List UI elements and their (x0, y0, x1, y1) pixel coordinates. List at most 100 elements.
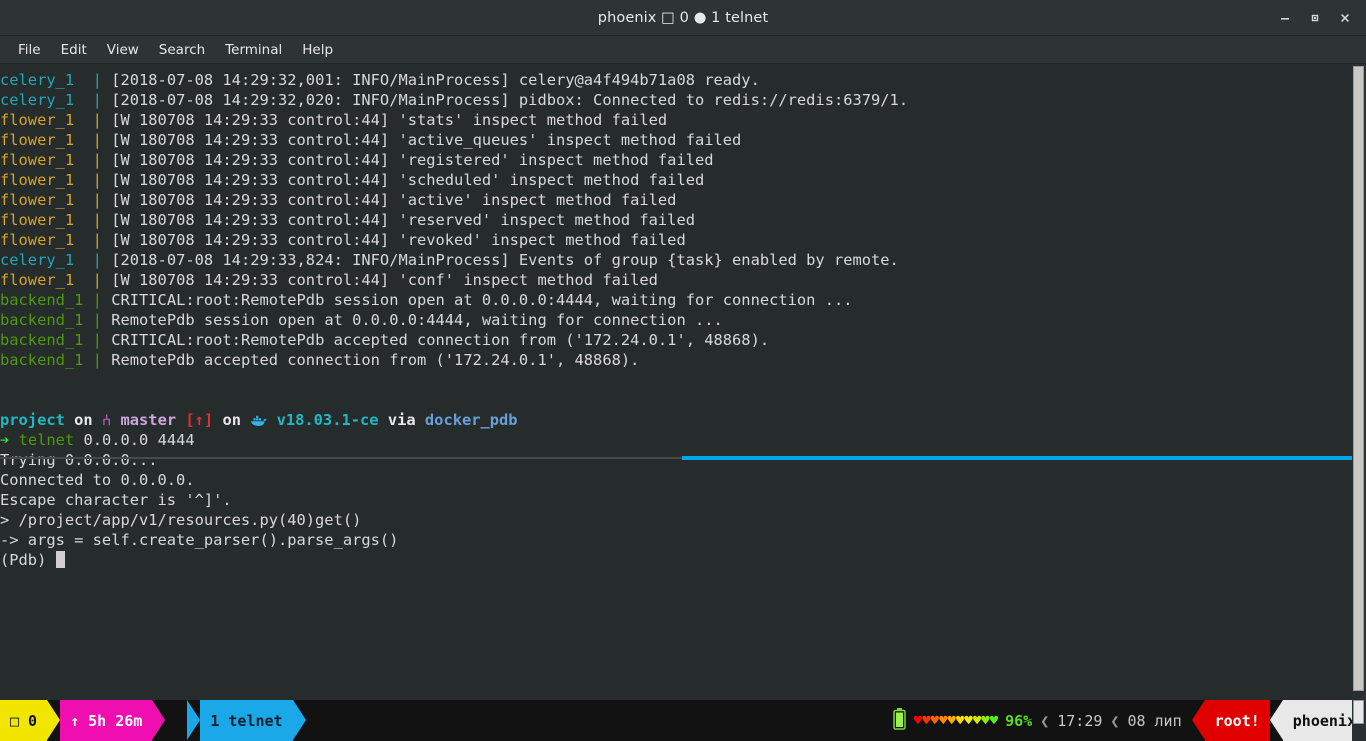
output-line: -> args = self.create_parser().parse_arg… (0, 530, 1366, 550)
menu-search[interactable]: Search (149, 39, 215, 61)
log-service-name: flower_1 (0, 191, 93, 209)
battery-percent: 96% (1005, 711, 1033, 730)
pdb-prompt-line[interactable]: (Pdb) (0, 550, 1366, 570)
pdb-prompt-label: (Pdb) (0, 551, 56, 569)
status-sep-5 (1191, 700, 1205, 740)
output-line: Trying 0.0.0.0... (0, 450, 1366, 470)
log-line: flower_1 | [W 180708 14:29:33 control:44… (0, 170, 1366, 190)
menu-view[interactable]: View (97, 39, 149, 61)
command-name: telnet (18, 431, 75, 449)
log-line: flower_1 | [W 180708 14:29:33 control:44… (0, 230, 1366, 250)
terminal-scrollbar[interactable] (1352, 64, 1366, 700)
log-line: backend_1 | CRITICAL:root:RemotePdb acce… (0, 330, 1366, 350)
minimize-button[interactable] (1270, 3, 1300, 33)
log-line: flower_1 | [W 180708 14:29:33 control:44… (0, 210, 1366, 230)
log-pipe: | (92, 111, 102, 129)
menu-terminal[interactable]: Terminal (215, 39, 292, 61)
git-branch-icon: ⑃ (101, 411, 112, 429)
prompt-docker-version: v18.03.1-ce (276, 411, 379, 429)
output-text: -> args = self.create_parser().parse_arg… (0, 531, 399, 549)
window-titlebar: phoenix □ 0 ● 1 telnet (0, 0, 1366, 36)
heart-icon: ♥ (964, 712, 973, 729)
mark-rule-dim (0, 457, 682, 459)
status-session-telnet[interactable]: 1 telnet (200, 700, 293, 741)
heart-icon: ♥ (981, 712, 990, 729)
log-service-name: celery_1 (0, 71, 93, 89)
heart-icon: ♥ (913, 712, 923, 729)
log-pipe: | (92, 351, 102, 369)
log-line: celery_1 | [2018-07-08 14:29:32,001: INF… (0, 70, 1366, 90)
log-pipe: | (92, 151, 102, 169)
log-message: [W 180708 14:29:33 control:44] 'schedule… (101, 171, 705, 189)
scrollbar-thumb[interactable] (1353, 66, 1364, 691)
prompt-on-2: on (222, 411, 242, 429)
log-pipe: | (92, 231, 102, 249)
log-message: [W 180708 14:29:33 control:44] 'register… (101, 151, 714, 169)
terminal-viewport[interactable]: celery_1 | [2018-07-08 14:29:32,001: INF… (0, 64, 1366, 700)
log-line: celery_1 | [2018-07-08 14:29:32,020: INF… (0, 90, 1366, 110)
log-message: CRITICAL:root:RemotePdb accepted connect… (101, 331, 770, 349)
status-sep-6 (1269, 700, 1283, 740)
prompt-git-status: [↑] (185, 411, 214, 429)
output-text: Trying 0.0.0.0... (0, 451, 158, 469)
log-pipe: | (92, 251, 102, 269)
log-service-name: flower_1 (0, 111, 93, 129)
minimize-icon (1281, 18, 1289, 20)
log-line: flower_1 | [W 180708 14:29:33 control:44… (0, 190, 1366, 210)
log-message: [W 180708 14:29:33 control:44] 'revoked'… (101, 231, 686, 249)
log-pipe: | (92, 271, 102, 289)
log-line: celery_1 | [2018-07-08 14:29:33,824: INF… (0, 250, 1366, 270)
close-button[interactable] (1330, 3, 1360, 33)
shell-command-line: ➔ telnet 0.0.0.0 4444 (0, 430, 1366, 450)
statusbar-scrollbar-thumb (1353, 700, 1364, 724)
output-text: Escape character is '^]'. (0, 491, 232, 509)
log-service-name: flower_1 (0, 151, 93, 169)
log-message: RemotePdb accepted connection from ('172… (101, 351, 640, 369)
menu-file[interactable]: File (8, 39, 51, 61)
status-window-index[interactable]: □ 0 (0, 700, 48, 741)
status-sep-4 (292, 700, 306, 740)
text-cursor (55, 551, 65, 568)
log-line: backend_1 | CRITICAL:root:RemotePdb sess… (0, 290, 1366, 310)
log-line: flower_1 | [W 180708 14:29:33 control:44… (0, 270, 1366, 290)
menu-edit[interactable]: Edit (51, 39, 97, 61)
prompt-virtualenv: docker_pdb (424, 411, 518, 429)
prompt-via: via (387, 411, 416, 429)
close-icon (1341, 14, 1349, 22)
log-pipe: | (92, 331, 102, 349)
status-uptime: ↑ 5h 26m (60, 700, 153, 741)
status-user: root! (1204, 700, 1270, 741)
log-pipe: | (92, 71, 102, 89)
maximize-button[interactable] (1300, 3, 1330, 33)
log-line: backend_1 | RemotePdb accepted connectio… (0, 350, 1366, 370)
heart-icon: ♥ (922, 712, 931, 729)
prompt-arrow-icon: ➔ (0, 431, 10, 449)
status-date: 08 лип (1127, 711, 1182, 730)
menu-help[interactable]: Help (292, 39, 343, 61)
log-message: [W 180708 14:29:33 control:44] 'active_q… (101, 131, 742, 149)
log-line: flower_1 | [W 180708 14:29:33 control:44… (0, 150, 1366, 170)
heart-icon: ♥ (955, 712, 965, 729)
chevron-left-icon-2: ❮ (1110, 711, 1120, 730)
log-pipe: | (92, 171, 102, 189)
maximize-icon (1311, 14, 1319, 22)
log-service-name: backend_1 (0, 291, 93, 309)
status-spacer (305, 700, 883, 741)
heart-icon: ♥ (939, 712, 948, 729)
terminal-screen: celery_1 | [2018-07-08 14:29:32,001: INF… (0, 70, 1366, 570)
docker-whale-icon (250, 411, 267, 429)
log-service-name: backend_1 (0, 331, 93, 349)
status-battery-group: ♥♥♥♥♥♥♥♥♥♥ 96% ❮ 17:29 ❮ 08 лип (882, 700, 1192, 741)
log-message: [2018-07-08 14:29:33,824: INFO/MainProce… (101, 251, 899, 269)
shell-prompt-line: project on ⑃ master [↑] on v18.03.1-ce v… (0, 410, 1366, 430)
prompt-git-branch: master (120, 411, 177, 429)
statusbar-scrollbar-tail (1352, 700, 1366, 741)
log-message: [2018-07-08 14:29:32,020: INFO/MainProce… (101, 91, 909, 109)
log-line: flower_1 | [W 180708 14:29:33 control:44… (0, 130, 1366, 150)
log-message: [W 180708 14:29:33 control:44] 'active' … (101, 191, 677, 209)
tmux-statusbar: □ 0 ↑ 5h 26m 1 telnet ♥♥♥♥♥♥♥♥♥♥ 96% ❮ 1… (0, 700, 1366, 741)
log-message: [W 180708 14:29:33 control:44] 'stats' i… (101, 111, 668, 129)
log-message: [W 180708 14:29:33 control:44] 'reserved… (101, 211, 695, 229)
command-args: 0.0.0.0 4444 (74, 431, 195, 449)
